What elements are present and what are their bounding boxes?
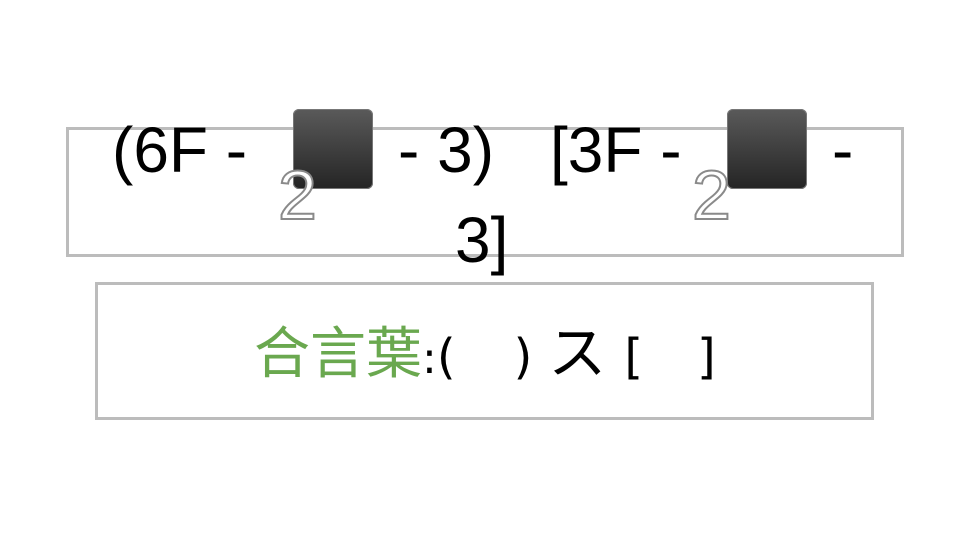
hidden-tile-2[interactable] — [727, 109, 807, 189]
password-line: 合言葉:() ス [] — [254, 318, 716, 388]
tile-subscript-1: 2 — [277, 156, 318, 234]
formula-right-tail: 3] — [455, 204, 509, 276]
password-label: 合言葉 — [254, 322, 422, 387]
tile-subscript-2: 2 — [691, 156, 732, 234]
formula-left-close: - 3) — [398, 114, 494, 186]
formula-right-open: [3F - — [550, 114, 682, 186]
password-colon: : — [422, 333, 437, 384]
bracket-close: ] — [697, 329, 716, 385]
bracket-open: [ — [624, 329, 644, 385]
paren-close: ) — [513, 329, 533, 385]
formula-left-open: (6F - — [112, 114, 248, 186]
paren-open: ( — [436, 329, 456, 385]
kana-su: ス — [548, 319, 607, 387]
formula-right-close: - — [832, 114, 854, 186]
